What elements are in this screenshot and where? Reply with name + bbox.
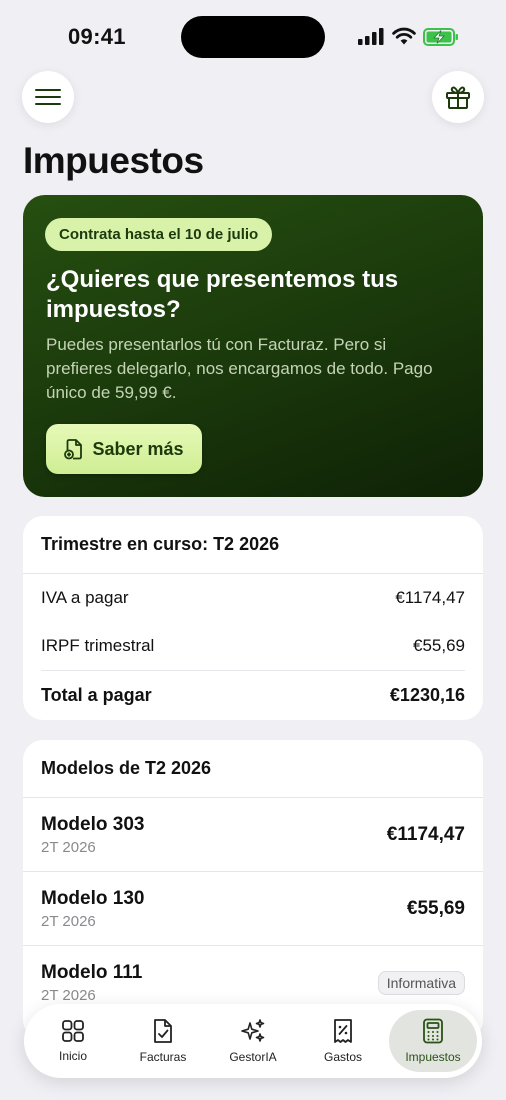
learn-more-label: Saber más (92, 438, 184, 459)
model-303-row[interactable]: Modelo 303 2T 2026 €1174,47 (23, 798, 483, 872)
model-amount: €1174,47 (386, 823, 465, 845)
promo-description: Puedes presentarlos tú con Facturaz. Per… (46, 335, 433, 402)
iva-label: IVA a pagar (41, 588, 129, 607)
tab-impuestos[interactable]: Impuestos (389, 1010, 477, 1072)
learn-more-button[interactable]: Saber más (46, 424, 202, 474)
model-period: 2T 2026 (41, 987, 96, 1004)
models-card: Modelos de T2 2026 Modelo 303 2T 2026 €1… (23, 740, 483, 1040)
irpf-label: IRPF trimestral (41, 636, 155, 655)
total-value: €1230,16 (389, 684, 465, 705)
iva-row[interactable]: IVA a pagar €1174,47 (23, 574, 483, 622)
irpf-row[interactable]: IRPF trimestral €55,69 (23, 622, 483, 670)
quarter-summary-card: Trimestre en curso: T2 2026 IVA a pagar … (23, 516, 483, 720)
model-130-row[interactable]: Modelo 130 2T 2026 €55,69 (23, 872, 483, 946)
bottom-tab-bar: Inicio Facturas GestorIA Gastos Impuesto… (24, 1004, 482, 1078)
document-add-icon (64, 439, 83, 460)
gift-button[interactable] (432, 71, 484, 123)
quarter-header: Trimestre en curso: T2 2026 (23, 516, 483, 574)
battery-charging-icon (423, 28, 458, 46)
tab-label: Facturas (139, 1050, 187, 1064)
promo-title: ¿Quieres que presentemos tus impuestos? (46, 266, 399, 323)
model-name: Modelo 130 (41, 887, 145, 909)
model-name: Modelo 111 (41, 962, 143, 983)
menu-button[interactable] (22, 71, 74, 123)
informativa-badge: Informativa (377, 971, 465, 995)
sparkles-icon (241, 1019, 265, 1042)
tab-inicio[interactable]: Inicio (29, 1010, 117, 1072)
iva-value: €1174,47 (395, 588, 465, 607)
model-name: Modelo 303 (41, 813, 145, 835)
tab-label: Gastos (323, 1050, 362, 1064)
tab-label: Impuestos (405, 1050, 461, 1064)
model-amount: €55,69 (406, 897, 465, 919)
promo-card: Contrata hasta el 10 de julio ¿Quieres q… (23, 195, 483, 497)
status-bar: 09:41 (0, 0, 506, 72)
irpf-value: €55,69 (413, 636, 465, 655)
wifi-icon (392, 27, 416, 45)
gift-icon (446, 86, 470, 109)
deadline-badge: Contrata hasta el 10 de julio (45, 218, 273, 251)
status-time: 09:41 (68, 24, 126, 49)
tab-label: GestorIA (229, 1050, 277, 1064)
receipt-percent-icon (334, 1019, 352, 1043)
calculator-icon (423, 1018, 443, 1044)
grid-icon (62, 1020, 84, 1042)
cellular-signal-icon (358, 28, 384, 45)
tab-gestoria[interactable]: GestorIA (209, 1010, 297, 1072)
tab-gastos[interactable]: Gastos (299, 1010, 387, 1072)
page-title: Impuestos (23, 140, 204, 181)
model-period: 2T 2026 (41, 912, 96, 930)
total-row: Total a pagar €1230,16 (23, 671, 483, 719)
hamburger-icon (35, 89, 61, 105)
model-period: 2T 2026 (41, 838, 96, 856)
models-header: Modelos de T2 2026 (23, 740, 483, 798)
dynamic-island (181, 16, 325, 58)
total-label: Total a pagar (41, 684, 152, 705)
tab-facturas[interactable]: Facturas (119, 1010, 207, 1072)
invoice-check-icon (154, 1019, 172, 1043)
tab-label: Inicio (58, 1049, 87, 1063)
